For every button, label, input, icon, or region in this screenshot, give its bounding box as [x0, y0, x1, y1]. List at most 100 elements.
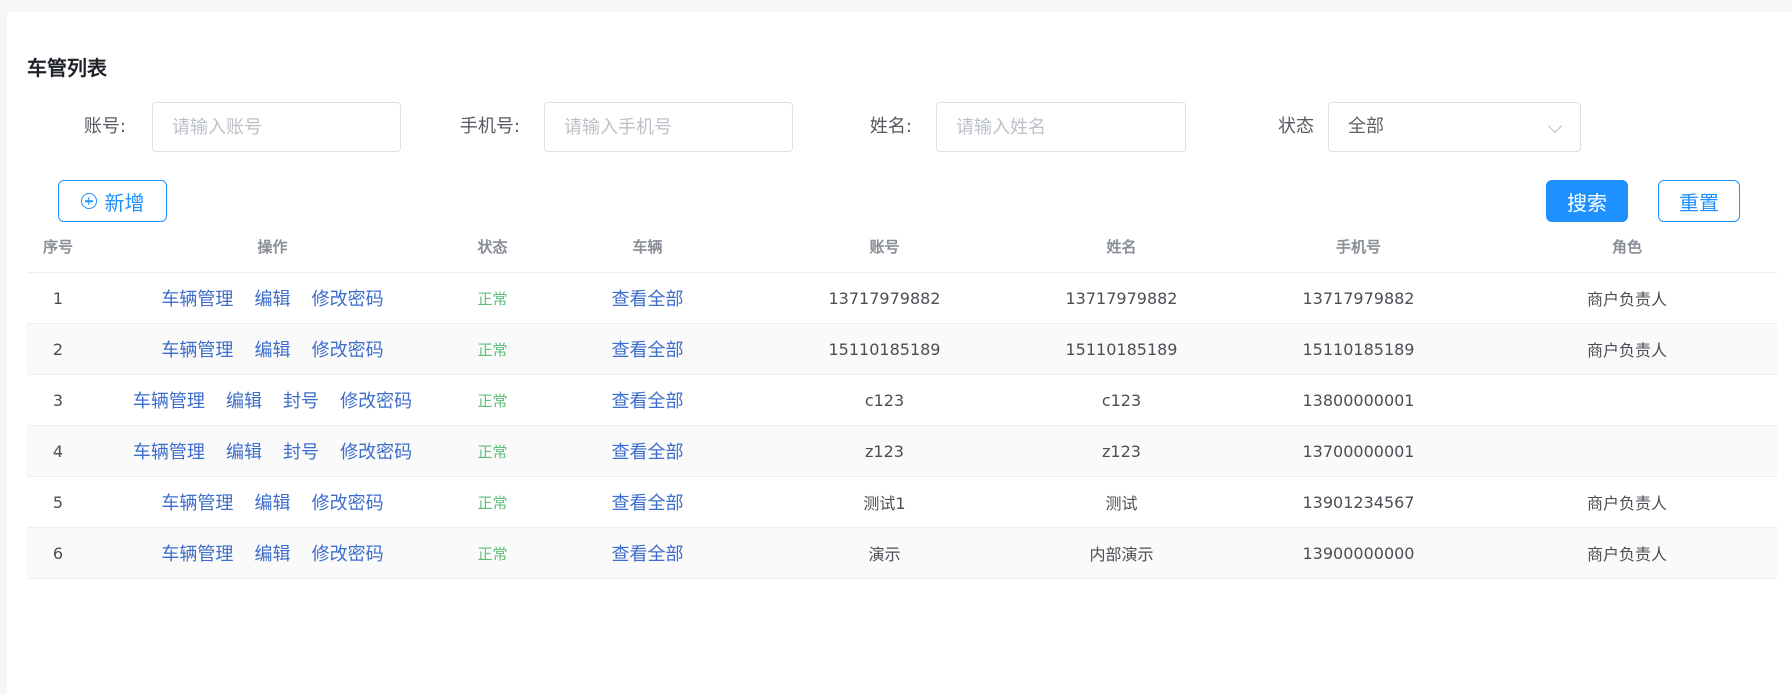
status-select[interactable]: 全部 [1328, 102, 1581, 152]
column-header-name: 姓名 [1003, 221, 1240, 273]
change-password-link[interactable]: 修改密码 [312, 340, 384, 361]
edit-link[interactable]: 编辑 [255, 289, 291, 310]
cell-index: 2 [27, 323, 89, 375]
vehicle-manage-link[interactable]: 车辆管理 [161, 493, 233, 514]
change-password-link[interactable]: 修改密码 [312, 493, 384, 514]
cell-vehicle: 查看全部 [529, 272, 766, 324]
reset-button[interactable]: 重置 [1658, 180, 1740, 222]
cell-vehicle: 查看全部 [529, 323, 766, 375]
name-input[interactable] [936, 102, 1186, 152]
cell-actions: 车辆管理 编辑 修改密码 [89, 323, 456, 375]
vehicle-manage-link[interactable]: 车辆管理 [161, 340, 233, 361]
edit-link[interactable]: 编辑 [255, 340, 291, 361]
view-all-link[interactable]: 查看全部 [612, 289, 684, 310]
cell-phone: 13900000000 [1240, 527, 1477, 579]
vehicle-manage-link[interactable]: 车辆管理 [133, 442, 205, 463]
column-header-role: 角色 [1477, 221, 1777, 273]
edit-link[interactable]: 编辑 [226, 391, 262, 412]
cell-index: 6 [27, 527, 89, 579]
status-badge: 正常 [477, 391, 508, 410]
add-button[interactable]: 新增 [58, 180, 167, 222]
column-header-status: 状态 [456, 221, 529, 273]
table-header-row: 序号 操作 状态 车辆 账号 姓名 手机号 角色 [27, 221, 1777, 273]
cell-vehicle: 查看全部 [529, 476, 766, 528]
ban-account-link[interactable]: 封号 [283, 442, 319, 463]
table-row: 5 车辆管理 编辑 修改密码 正常 查看全部 测试1 测试 1390123456… [27, 476, 1777, 528]
account-input[interactable] [152, 102, 401, 152]
change-password-link[interactable]: 修改密码 [312, 544, 384, 565]
cell-role: 商户负责人 [1477, 527, 1777, 579]
column-header-account: 账号 [766, 221, 1003, 273]
change-password-link[interactable]: 修改密码 [340, 391, 412, 412]
phone-label: 手机号: [459, 116, 520, 137]
user-table: 序号 操作 状态 车辆 账号 姓名 手机号 角色 1 车辆管理 编辑 修改密码 … [27, 221, 1777, 579]
status-badge: 正常 [477, 289, 508, 308]
cell-name: 15110185189 [1003, 323, 1240, 375]
change-password-link[interactable]: 修改密码 [340, 442, 412, 463]
table-row: 3 车辆管理 编辑 封号 修改密码 正常 查看全部 c123 c123 1380… [27, 374, 1777, 426]
cell-name: z123 [1003, 425, 1240, 477]
cell-account: 13717979882 [766, 272, 1003, 324]
cell-index: 3 [27, 374, 89, 426]
cell-status: 正常 [456, 425, 529, 477]
cell-name: c123 [1003, 374, 1240, 426]
vehicle-manage-link[interactable]: 车辆管理 [161, 544, 233, 565]
cell-name: 13717979882 [1003, 272, 1240, 324]
status-badge: 正常 [477, 544, 508, 563]
cell-phone: 13901234567 [1240, 476, 1477, 528]
chevron-down-icon [1547, 118, 1563, 134]
cell-status: 正常 [456, 527, 529, 579]
edit-link[interactable]: 编辑 [255, 493, 291, 514]
cell-role [1477, 374, 1777, 426]
cell-vehicle: 查看全部 [529, 425, 766, 477]
status-badge: 正常 [477, 442, 508, 461]
view-all-link[interactable]: 查看全部 [612, 544, 684, 565]
cell-vehicle: 查看全部 [529, 374, 766, 426]
cell-actions: 车辆管理 编辑 封号 修改密码 [89, 425, 456, 477]
status-label: 状态 [1278, 116, 1314, 137]
cell-phone: 13700000001 [1240, 425, 1477, 477]
edit-link[interactable]: 编辑 [226, 442, 262, 463]
edit-link[interactable]: 编辑 [255, 544, 291, 565]
column-header-phone: 手机号 [1240, 221, 1477, 273]
cell-account: c123 [766, 374, 1003, 426]
vehicle-manage-link[interactable]: 车辆管理 [161, 289, 233, 310]
cell-phone: 13800000001 [1240, 374, 1477, 426]
table-row: 6 车辆管理 编辑 修改密码 正常 查看全部 演示 内部演示 139000000… [27, 527, 1777, 579]
column-header-vehicle: 车辆 [529, 221, 766, 273]
view-all-link[interactable]: 查看全部 [612, 340, 684, 361]
ban-account-link[interactable]: 封号 [283, 391, 319, 412]
view-all-link[interactable]: 查看全部 [612, 442, 684, 463]
cell-account: 演示 [766, 527, 1003, 579]
plus-circle-icon [80, 193, 97, 209]
cell-actions: 车辆管理 编辑 封号 修改密码 [89, 374, 456, 426]
cell-vehicle: 查看全部 [529, 527, 766, 579]
cell-name: 测试 [1003, 476, 1240, 528]
cell-account: 测试1 [766, 476, 1003, 528]
column-header-actions: 操作 [89, 221, 456, 273]
cell-actions: 车辆管理 编辑 修改密码 [89, 272, 456, 324]
phone-input[interactable] [544, 102, 793, 152]
status-badge: 正常 [477, 340, 508, 359]
cell-actions: 车辆管理 编辑 修改密码 [89, 476, 456, 528]
cell-role: 商户负责人 [1477, 476, 1777, 528]
view-all-link[interactable]: 查看全部 [612, 493, 684, 514]
change-password-link[interactable]: 修改密码 [312, 289, 384, 310]
add-button-label: 新增 [104, 190, 145, 215]
cell-index: 5 [27, 476, 89, 528]
cell-index: 1 [27, 272, 89, 324]
column-header-index: 序号 [27, 221, 89, 273]
search-button[interactable]: 搜索 [1546, 180, 1628, 222]
cell-index: 4 [27, 425, 89, 477]
cell-status: 正常 [456, 374, 529, 426]
view-all-link[interactable]: 查看全部 [612, 391, 684, 412]
vehicle-manage-link[interactable]: 车辆管理 [133, 391, 205, 412]
name-label: 姓名: [869, 116, 912, 137]
cell-role: 商户负责人 [1477, 323, 1777, 375]
cell-status: 正常 [456, 272, 529, 324]
cell-role [1477, 425, 1777, 477]
cell-status: 正常 [456, 323, 529, 375]
cell-account: z123 [766, 425, 1003, 477]
cell-phone: 13717979882 [1240, 272, 1477, 324]
cell-account: 15110185189 [766, 323, 1003, 375]
